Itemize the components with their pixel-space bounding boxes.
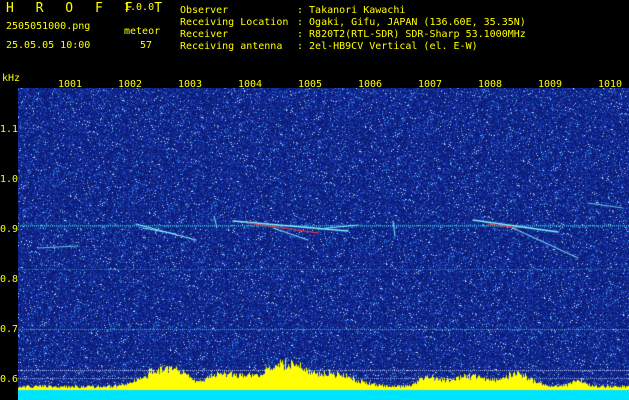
x-tick-label: 1002 (118, 79, 143, 90)
y-tick-label: 0.9 (0, 224, 19, 235)
receiver-label: Receiver (180, 29, 229, 40)
observer-label: Observer (180, 5, 229, 16)
receiver-value: : R820T2(RTL-SDR) SDR-Sharp 53.1000MHz (297, 29, 526, 40)
location-label: Receiving Location (180, 17, 289, 28)
antenna-label: Receiving antenna (180, 41, 283, 52)
header-panel: H R O F F T 1.0.0 2505051000.png 25.05.0… (0, 0, 629, 78)
y-tick-label: 0.8 (0, 274, 19, 285)
x-tick-label: 1005 (298, 79, 323, 90)
observer-value: : Takanori Kawachi (297, 5, 406, 16)
x-tick-label: 1009 (538, 79, 563, 90)
x-tick-label: 1004 (238, 79, 263, 90)
meteor-count: 57 (140, 40, 153, 51)
date-time: 25.05.05 10:00 (6, 40, 91, 51)
x-tick-label: 1006 (358, 79, 383, 90)
x-tick-label: 1003 (178, 79, 203, 90)
meteor-label: meteor (124, 26, 161, 37)
x-tick-label: 1001 (58, 79, 83, 90)
x-tick-label: 1008 (478, 79, 503, 90)
x-tick-label: 1007 (418, 79, 443, 90)
antenna-value: : 2el-HB9CV Vertical (el. E-W) (297, 41, 478, 52)
spectrogram-plot (18, 88, 629, 400)
location-value: : Ogaki, Gifu, JAPAN (136.60E, 35.35N) (297, 17, 526, 28)
y-tick-label: 0.7 (0, 324, 19, 335)
app-version: 1.0.0 (124, 2, 155, 13)
y-tick-label: 0.6 (0, 374, 19, 385)
file-name: 2505051000.png (6, 21, 91, 32)
x-tick-label: 1010 (598, 79, 623, 90)
y-axis-unit: kHz (2, 73, 21, 84)
y-tick-label: 1.0 (0, 174, 19, 185)
y-tick-label: 1.1 (0, 124, 19, 135)
